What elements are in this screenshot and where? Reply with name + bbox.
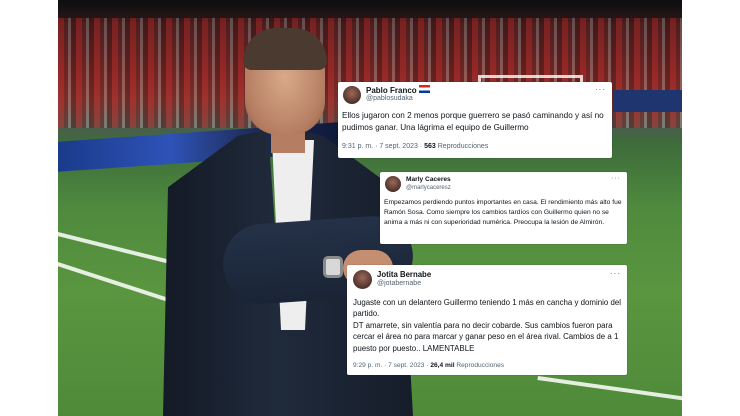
tweet-author-handle[interactable]: @jotabernabe <box>377 280 421 287</box>
tweet-author-handle[interactable]: @marlycaceresz <box>406 185 451 191</box>
views-label: Reproducciones <box>435 143 489 150</box>
avatar[interactable] <box>343 86 361 104</box>
smartwatch-icon <box>323 256 343 278</box>
avatar[interactable] <box>385 176 401 192</box>
views-count: 26,4 mil <box>430 362 455 369</box>
tweet-author-handle[interactable]: @pablosudaka <box>366 95 413 102</box>
tweet-author-name[interactable]: Jotita Bernabe <box>377 270 431 279</box>
views-label: Reproducciones <box>454 362 505 369</box>
pitch-line <box>537 376 682 401</box>
tweet-card[interactable]: Jotita Bernabe @jotabernabe ··· Jugaste … <box>347 265 627 375</box>
tweet-card[interactable]: Marly Caceres @marlycaceresz ··· Empezam… <box>380 172 627 244</box>
more-options-icon[interactable]: ··· <box>595 85 606 94</box>
more-options-icon[interactable]: ··· <box>610 269 621 278</box>
more-options-icon[interactable]: ··· <box>611 175 621 182</box>
avatar[interactable] <box>353 270 372 289</box>
tweet-text: Empezamos perdiendo puntos importantes e… <box>384 199 622 227</box>
pitch-line <box>58 262 173 303</box>
ad-board-right <box>613 90 682 112</box>
hair <box>243 28 327 70</box>
tweet-timestamp[interactable]: 9:31 p. m. · 7 sept. 2023 · <box>342 143 424 150</box>
tweet-author-name[interactable]: Marly Caceres <box>406 176 451 183</box>
paraguay-flag-icon <box>418 85 430 93</box>
tweet-text: Jugaste con un delantero Guillermo tenie… <box>353 298 622 353</box>
tweet-meta: 9:29 p. m. · 7 sept. 2023 · 26,4 mil Rep… <box>353 362 504 369</box>
tweet-card[interactable]: Pablo Franco @pablosudaka ··· Ellos juga… <box>338 82 612 158</box>
tweet-text: Ellos jugaron con 2 menos porque guerrer… <box>342 111 604 132</box>
views-count: 563 <box>424 143 436 150</box>
tweet-author-name[interactable]: Pablo Franco <box>366 85 430 95</box>
tweet-meta: 9:31 p. m. · 7 sept. 2023 · 563 Reproduc… <box>342 143 488 150</box>
tweet-timestamp[interactable]: 9:29 p. m. · 7 sept. 2023 · <box>353 362 430 369</box>
